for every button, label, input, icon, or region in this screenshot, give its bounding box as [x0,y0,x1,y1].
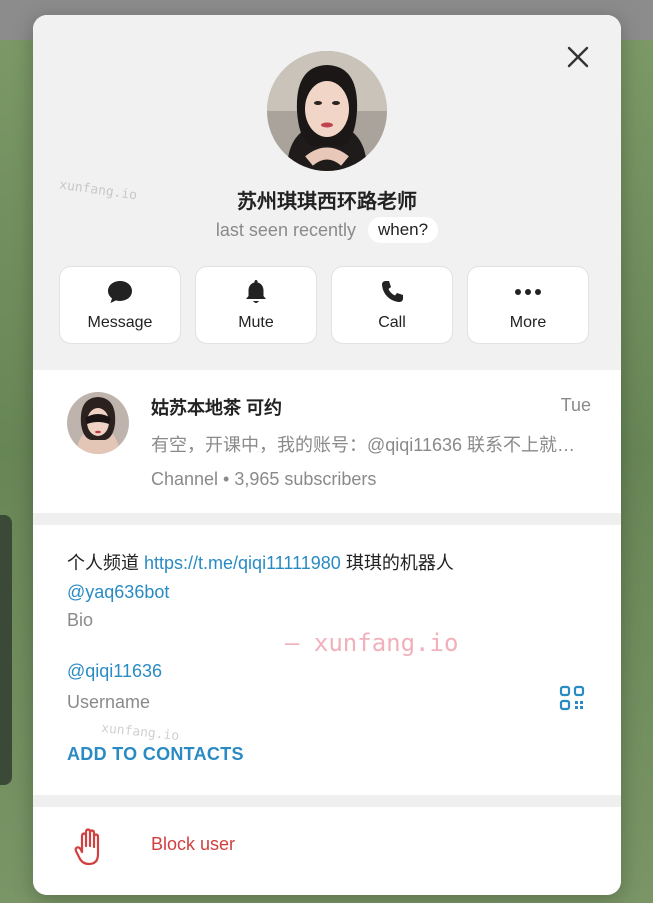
watermark: — xunfang.io [285,629,459,657]
call-button[interactable]: Call [331,266,453,344]
phone-icon [378,278,406,306]
section-divider [33,795,621,807]
channel-last-message-preview: 有空，开课中，我的账号：@qiqi11636 联系不上就看频道 [151,435,593,455]
mute-button[interactable]: Mute [195,266,317,344]
call-label: Call [378,314,406,331]
section-divider [33,513,621,525]
profile-info-section: 个人频道 https://t.me/qiqi11111980 琪琪的机器人 @y… [33,525,621,795]
message-label: Message [87,314,153,331]
username-value[interactable]: @qiqi11636 [67,661,162,682]
add-to-contacts-button[interactable]: ADD TO CONTACTS [67,744,244,765]
action-buttons: Message Mute Call More [59,266,589,344]
last-seen-text: last seen recently [215,219,356,240]
profile-avatar[interactable] [267,51,387,171]
qr-code-icon [559,685,585,711]
hand-stop-icon [74,828,100,866]
username-label: Username [67,692,151,712]
bio-text: 个人频道 https://t.me/qiqi11111980 琪琪的机器人 @y… [67,549,567,607]
watermark: xunfang.io [100,720,180,745]
mute-label: Mute [238,314,274,331]
more-button[interactable]: More [467,266,589,344]
channel-subscriber-info: Channel • 3,965 subscribers [151,469,377,489]
block-user-label: Block user [151,834,236,854]
bio-middle: 琪琪的机器人 [340,553,454,573]
bio-bot-link[interactable]: @yaq636bot [67,582,169,602]
block-user-button[interactable]: Block user [33,807,621,895]
when-button[interactable]: when? [367,217,439,243]
bell-icon [242,278,270,306]
user-profile-dialog: 苏州琪琪西环路老师 xunfang.io last seen recently … [33,15,621,895]
qr-code-button[interactable] [557,683,587,713]
channel-title: 姑苏本地茶 可约 [151,398,283,418]
bio-channel-link[interactable]: https://t.me/qiqi11111980 [144,553,341,573]
profile-header: 苏州琪琪西环路老师 xunfang.io last seen recently … [33,15,621,370]
close-button[interactable] [564,43,592,71]
message-button[interactable]: Message [59,266,181,344]
message-bubble-icon [106,278,134,306]
status-row: last seen recently when? [33,217,621,243]
bio-prefix: 个人频道 [67,553,145,573]
more-label: More [509,314,547,331]
more-dots-icon [514,278,542,306]
bio-label: Bio [67,610,94,630]
channel-avatar [67,392,129,454]
close-icon [567,46,589,68]
personal-channel-card[interactable]: 姑苏本地茶 可约 Tue 有空，开课中，我的账号：@qiqi11636 联系不上… [33,370,621,513]
channel-last-post-time: Tue [560,395,591,415]
background-side-panel [0,515,12,785]
